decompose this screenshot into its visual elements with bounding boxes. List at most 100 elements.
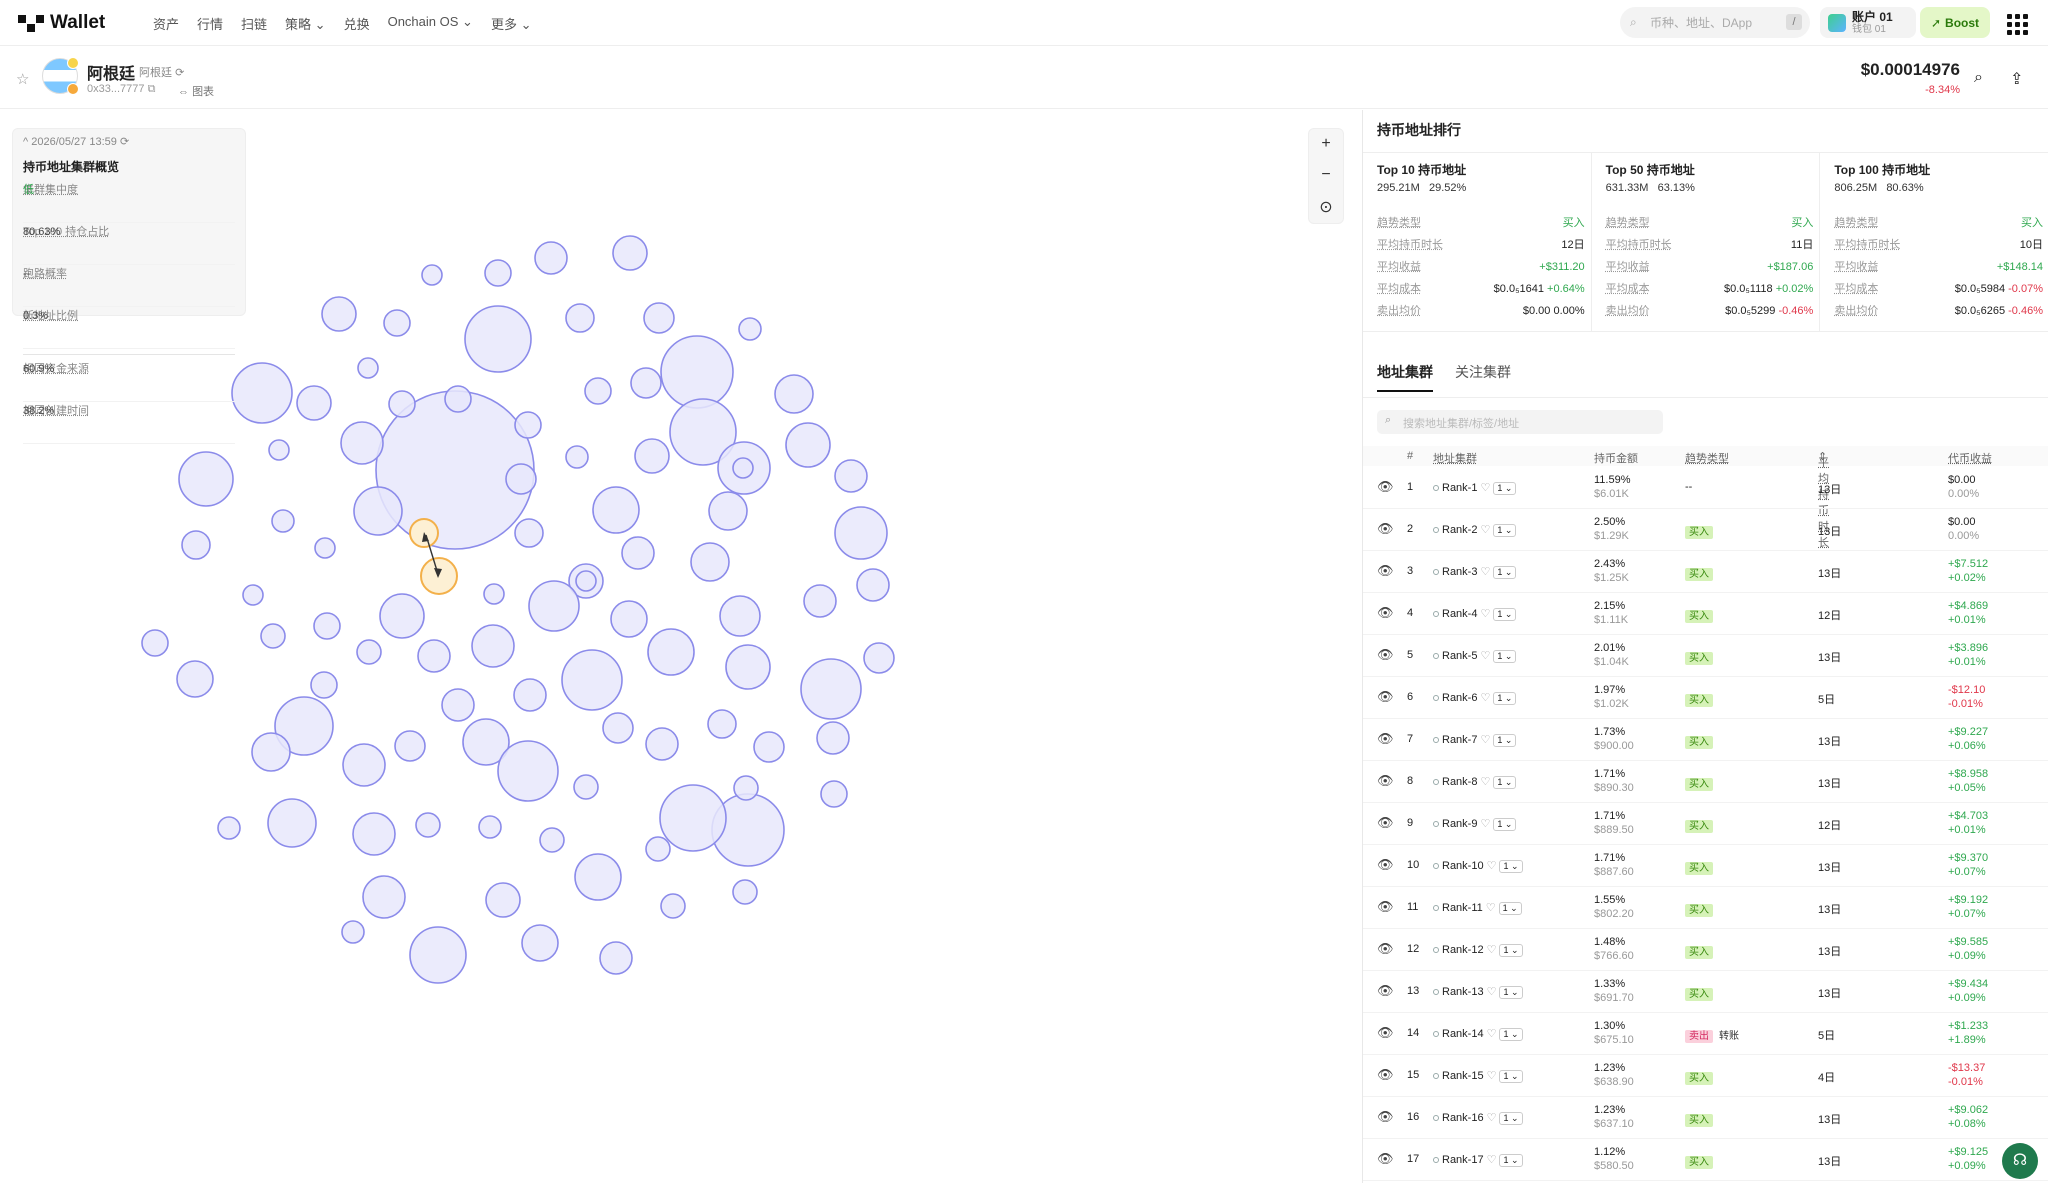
eye-icon[interactable]: 👁 <box>1377 857 1394 873</box>
holder-bubble[interactable] <box>417 639 451 673</box>
holder-bubble[interactable] <box>565 445 589 469</box>
cluster-name[interactable]: Rank-8 ♡ 1 ⌄ <box>1433 775 1517 789</box>
tab-address-clusters[interactable]: 地址集群 <box>1377 362 1433 392</box>
cluster-name[interactable]: Rank-14 ♡ 1 ⌄ <box>1433 1027 1523 1041</box>
holder-bubble[interactable] <box>612 235 648 271</box>
holder-bubble[interactable] <box>353 486 403 536</box>
table-row[interactable]: 👁 14 Rank-14 ♡ 1 ⌄ 1.30% $675.10 卖出 转账 5日 +$1.233 +… <box>1363 1013 2048 1055</box>
menu-item-market[interactable]: 行情 <box>197 14 223 33</box>
holder-bubble[interactable] <box>573 774 599 800</box>
holder-bubble[interactable] <box>271 509 295 533</box>
holder-bubble[interactable] <box>342 743 386 787</box>
eye-icon[interactable]: 👁 <box>1377 1067 1394 1083</box>
holder-bubble[interactable] <box>464 305 532 373</box>
table-row[interactable]: 👁 1 Rank-1 ♡ 1 ⌄ 11.59% $6.01K -- 13日 $0.00 0.00% <box>1363 467 2048 509</box>
eye-icon[interactable]: 👁 <box>1377 1151 1394 1167</box>
holder-bubble[interactable] <box>645 727 679 761</box>
holder-bubble[interactable] <box>178 451 234 507</box>
holder-bubble[interactable] <box>141 629 169 657</box>
holder-bubble[interactable] <box>296 385 332 421</box>
support-chat-button[interactable]: ☊ <box>2002 1143 2038 1179</box>
holder-bubble[interactable] <box>268 439 290 461</box>
holder-bubble[interactable] <box>738 317 762 341</box>
cluster-name[interactable]: Rank-4 ♡ 1 ⌄ <box>1433 607 1517 621</box>
holder-bubble[interactable] <box>643 302 675 334</box>
refresh-icon[interactable]: ⟳ <box>120 136 129 148</box>
holder-bubble[interactable] <box>362 875 406 919</box>
holder-bubble[interactable] <box>251 732 291 772</box>
menu-item-assets[interactable]: 资产 <box>153 14 179 33</box>
table-row[interactable]: 👁 4 Rank-4 ♡ 1 ⌄ 2.15% $1.11K 买入 12日 +$4.869 +0.01… <box>1363 593 2048 635</box>
eye-icon[interactable]: 👁 <box>1377 1109 1394 1125</box>
eye-icon[interactable]: 👁 <box>1377 983 1394 999</box>
holder-bubble[interactable] <box>863 642 895 674</box>
holder-bubble[interactable] <box>514 518 544 548</box>
holder-bubble[interactable] <box>539 827 565 853</box>
table-row[interactable]: 👁 9 Rank-9 ♡ 1 ⌄ 1.71% $889.50 买入 12日 +$4.703 +0.0… <box>1363 803 2048 845</box>
cluster-name[interactable]: Rank-2 ♡ 1 ⌄ <box>1433 523 1517 537</box>
holder-bubble[interactable] <box>660 893 686 919</box>
holder-bubble[interactable] <box>659 784 727 852</box>
holder-bubble[interactable] <box>753 731 785 763</box>
holder-bubble[interactable] <box>341 920 365 944</box>
holder-bubble[interactable] <box>820 780 848 808</box>
holder-bubble[interactable] <box>314 537 336 559</box>
holder-bubble[interactable] <box>610 600 648 638</box>
holder-bubble[interactable] <box>356 639 382 665</box>
token-address[interactable]: 0x33...7777 ⧉ <box>87 83 155 96</box>
holder-bubble[interactable] <box>514 411 542 439</box>
eye-icon[interactable]: 👁 <box>1377 689 1394 705</box>
holder-bubble[interactable] <box>803 584 837 618</box>
cluster-name[interactable]: Rank-1 ♡ 1 ⌄ <box>1433 481 1517 495</box>
holder-bubble[interactable] <box>574 853 622 901</box>
holder-bubble[interactable] <box>834 459 868 493</box>
cluster-name[interactable]: Rank-17 ♡ 1 ⌄ <box>1433 1153 1523 1167</box>
cluster-name[interactable]: Rank-12 ♡ 1 ⌄ <box>1433 943 1523 957</box>
holder-bubble[interactable] <box>415 812 441 838</box>
holder-bubble[interactable] <box>732 879 758 905</box>
holder-bubble[interactable] <box>267 798 317 848</box>
boost-button[interactable]: ➚ Boost <box>1920 7 1990 38</box>
eye-icon[interactable]: 👁 <box>1377 815 1394 831</box>
eye-icon[interactable]: 👁 <box>1377 1025 1394 1041</box>
holder-bubble[interactable] <box>260 623 286 649</box>
table-row[interactable]: 👁 6 Rank-6 ♡ 1 ⌄ 1.97% $1.02K 买入 5日 -$12.10 -0.01% <box>1363 677 2048 719</box>
holder-bubble[interactable] <box>647 628 695 676</box>
holder-bubble[interactable] <box>816 721 850 755</box>
holder-bubble[interactable] <box>800 658 862 720</box>
holder-bubble[interactable] <box>441 688 475 722</box>
eye-icon[interactable]: 👁 <box>1377 647 1394 663</box>
cluster-name[interactable]: Rank-11 ♡ 1 ⌄ <box>1433 901 1522 915</box>
cluster-name[interactable]: Rank-3 ♡ 1 ⌄ <box>1433 565 1517 579</box>
menu-item-swap[interactable]: 兑换 <box>344 14 370 33</box>
holder-bubble[interactable] <box>394 730 426 762</box>
holder-bubble[interactable] <box>733 775 759 801</box>
holder-bubble[interactable] <box>834 506 888 560</box>
holder-bubble[interactable] <box>732 457 754 479</box>
holder-bubble[interactable] <box>357 357 379 379</box>
table-row[interactable]: 👁 13 Rank-13 ♡ 1 ⌄ 1.33% $691.70 买入 13日 +$9.434 +0… <box>1363 971 2048 1013</box>
table-row[interactable]: 👁 16 Rank-16 ♡ 1 ⌄ 1.23% $637.10 买入 13日 +$9.062 +0… <box>1363 1097 2048 1139</box>
holder-bubble[interactable] <box>231 362 293 424</box>
cluster-name[interactable]: Rank-5 ♡ 1 ⌄ <box>1433 649 1517 663</box>
table-row[interactable]: 👁 10 Rank-10 ♡ 1 ⌄ 1.71% $887.60 买入 13日 +$9.370 +0… <box>1363 845 2048 887</box>
table-row[interactable]: 👁 7 Rank-7 ♡ 1 ⌄ 1.73% $900.00 买入 13日 +$9.227 +0.0… <box>1363 719 2048 761</box>
holder-bubble[interactable] <box>528 580 580 632</box>
account-switcher[interactable]: 账户 01 钱包 01 <box>1820 7 1916 38</box>
table-row[interactable]: 👁 3 Rank-3 ♡ 1 ⌄ 2.43% $1.25K 买入 13日 +$7.512 +0.02… <box>1363 551 2048 593</box>
favorite-star-icon[interactable]: ☆ <box>16 70 29 88</box>
table-row[interactable]: 👁 15 Rank-15 ♡ 1 ⌄ 1.23% $638.90 买入 4日 -$13.37 -0.… <box>1363 1055 2048 1097</box>
eye-icon[interactable]: 👁 <box>1377 605 1394 621</box>
holder-bubble[interactable] <box>602 712 634 744</box>
zoom-out-icon[interactable]: − <box>1321 166 1330 184</box>
holder-bubble[interactable] <box>421 264 443 286</box>
holder-bubble[interactable] <box>660 335 734 409</box>
holder-bubble[interactable] <box>409 926 467 984</box>
cluster-search-input[interactable]: ⌕ 搜索地址集群/标签/地址 <box>1377 410 1663 434</box>
holder-bubble[interactable] <box>774 374 814 414</box>
table-row[interactable]: 👁 5 Rank-5 ♡ 1 ⌄ 2.01% $1.04K 买入 13日 +$3.896 +0.01… <box>1363 635 2048 677</box>
holder-bubble[interactable] <box>719 595 761 637</box>
holder-bubble[interactable] <box>485 882 521 918</box>
okx-logo[interactable]: Wallet <box>18 12 105 34</box>
cluster-name[interactable]: Rank-6 ♡ 1 ⌄ <box>1433 691 1517 705</box>
